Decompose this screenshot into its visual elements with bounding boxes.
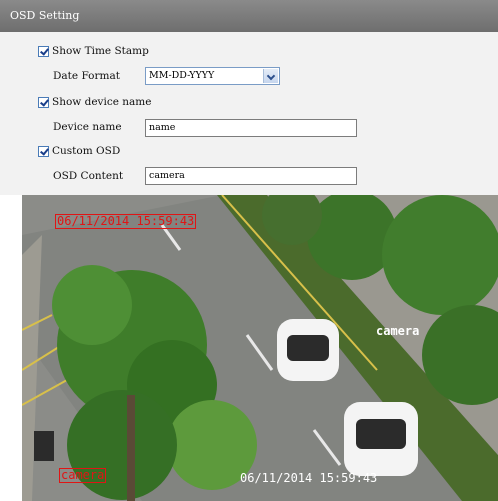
osd-timestamp-bottom: 06/11/2014 15:59:43 <box>240 471 378 485</box>
device-name-label: Device name <box>53 121 122 133</box>
show-device-name-row: Show device name <box>38 92 151 112</box>
osd-custom-text: camera <box>59 468 107 483</box>
custom-osd-row: Custom OSD <box>38 141 120 161</box>
osd-content-value: camera <box>149 170 185 181</box>
window-title-bar: OSD Setting <box>0 0 498 32</box>
osd-timestamp-top: 06/11/2014 15:59:43 <box>55 214 197 229</box>
osd-content-label: OSD Content <box>53 170 124 182</box>
show-device-name-label: Show device name <box>52 96 152 108</box>
date-format-value: MM-DD-YYYY <box>149 70 215 81</box>
date-format-label: Date Format <box>53 70 120 82</box>
camera-preview: 06/11/2014 15:59:43 camera camera 06/11/… <box>22 195 498 501</box>
street-scene-image <box>22 195 498 501</box>
osd-settings-panel: Show Time Stamp Date Format MM-DD-YYYY S… <box>0 32 498 195</box>
show-time-stamp-row: Show Time Stamp <box>38 41 149 61</box>
device-name-input[interactable]: name <box>145 119 357 137</box>
chevron-down-icon[interactable] <box>263 69 278 83</box>
osd-content-input[interactable]: camera <box>145 167 357 185</box>
custom-osd-checkbox[interactable] <box>38 145 49 157</box>
device-name-value: name <box>149 122 176 133</box>
show-time-stamp-checkbox[interactable] <box>38 45 49 57</box>
show-time-stamp-label: Show Time Stamp <box>52 45 149 57</box>
window-title: OSD Setting <box>10 9 80 22</box>
show-device-name-checkbox[interactable] <box>38 96 49 108</box>
date-format-select[interactable]: MM-DD-YYYY <box>145 67 280 85</box>
osd-device-label: camera <box>376 324 420 338</box>
custom-osd-label: Custom OSD <box>52 145 121 157</box>
